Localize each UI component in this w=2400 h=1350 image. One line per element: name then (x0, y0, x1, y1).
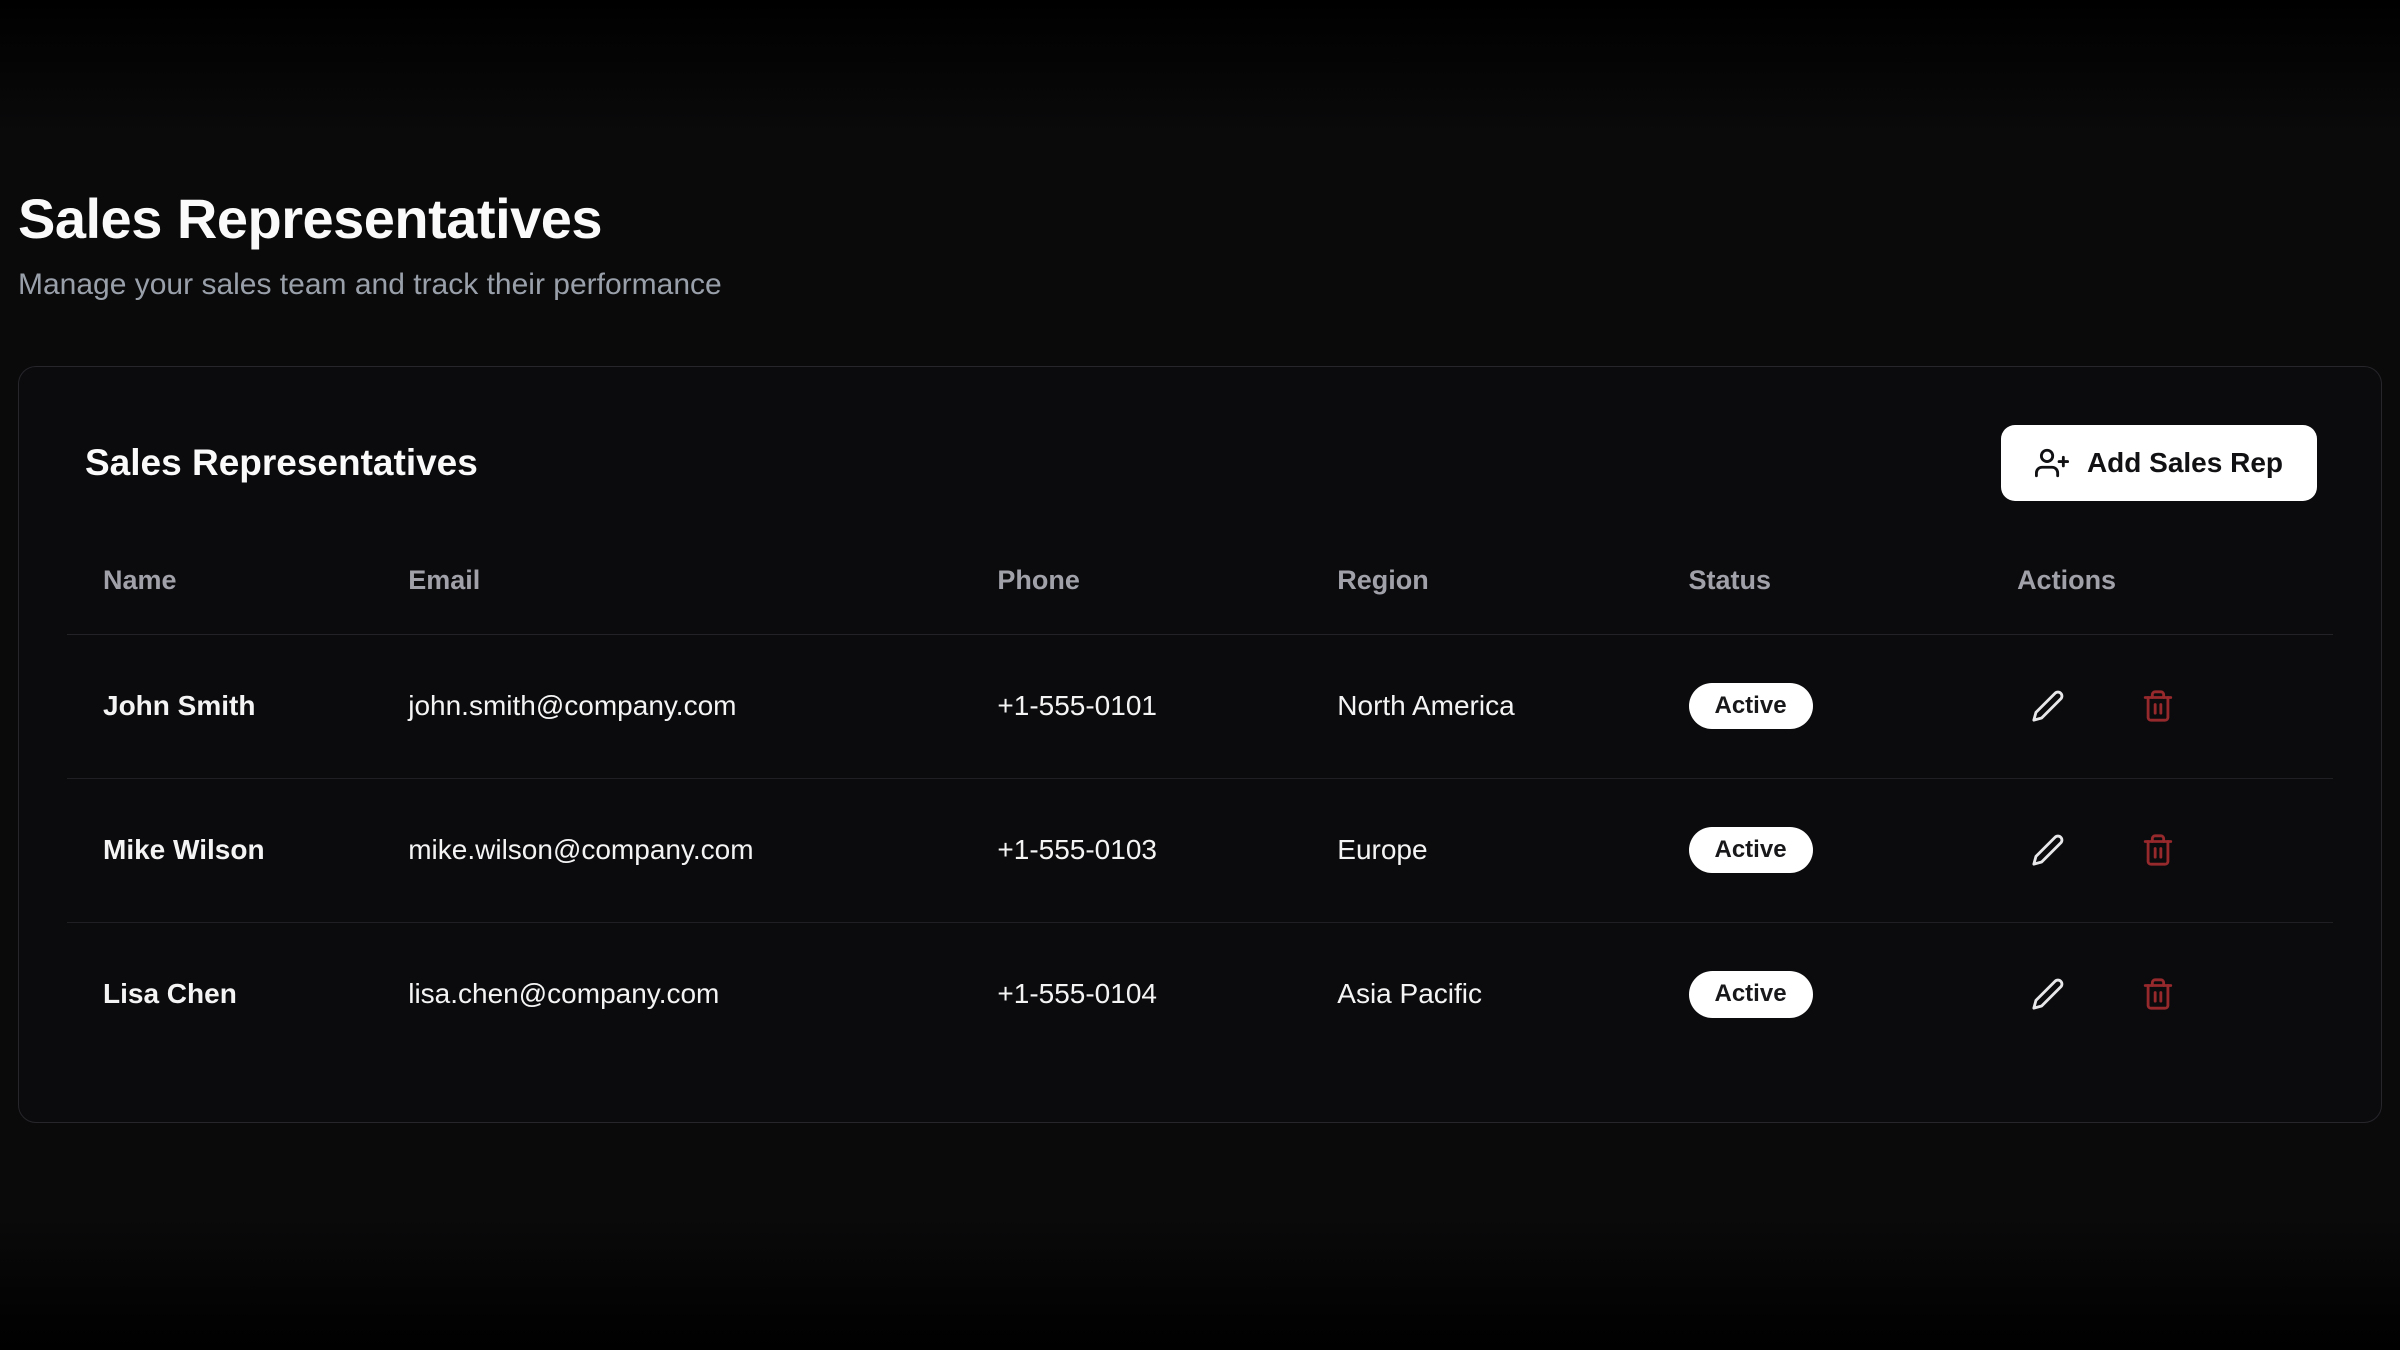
trash-icon (2141, 977, 2175, 1011)
rep-status-cell: Active (1665, 778, 1994, 922)
edit-button[interactable] (2017, 963, 2079, 1025)
column-header-status: Status (1665, 555, 1994, 635)
sales-reps-table: Name Email Phone Region Status Actions J… (67, 555, 2333, 1067)
pencil-icon (2031, 977, 2065, 1011)
rep-name-cell: Lisa Chen (67, 922, 384, 1066)
status-badge: Active (1689, 683, 1813, 729)
rep-phone-cell: +1-555-0104 (973, 922, 1313, 1066)
rep-status-cell: Active (1665, 634, 1994, 778)
card-header: Sales Representatives Add Sales Rep (67, 411, 2333, 511)
rep-actions-cell (1993, 922, 2333, 1066)
rep-name-cell: Mike Wilson (67, 778, 384, 922)
user-plus-icon (2035, 446, 2069, 480)
column-header-email: Email (384, 555, 973, 635)
edit-button[interactable] (2017, 675, 2079, 737)
table-row: John Smith john.smith@company.com +1-555… (67, 634, 2333, 778)
trash-icon (2141, 689, 2175, 723)
page-subtitle: Manage your sales team and track their p… (18, 268, 2382, 302)
rep-email-cell: lisa.chen@company.com (384, 922, 973, 1066)
rep-region-cell: North America (1313, 634, 1664, 778)
column-header-name: Name (67, 555, 384, 635)
column-header-region: Region (1313, 555, 1664, 635)
rep-region-cell: Asia Pacific (1313, 922, 1664, 1066)
delete-button[interactable] (2127, 819, 2189, 881)
page-title: Sales Representatives (18, 188, 2382, 250)
pencil-icon (2031, 689, 2065, 723)
table-header-row: Name Email Phone Region Status Actions (67, 555, 2333, 635)
sales-reps-card: Sales Representatives Add Sales Rep (18, 366, 2382, 1124)
status-badge: Active (1689, 971, 1813, 1017)
edit-button[interactable] (2017, 819, 2079, 881)
add-sales-rep-button[interactable]: Add Sales Rep (2001, 425, 2317, 501)
column-header-actions: Actions (1993, 555, 2333, 635)
column-header-phone: Phone (973, 555, 1313, 635)
page: Sales Representatives Manage your sales … (0, 0, 2400, 1123)
rep-phone-cell: +1-555-0101 (973, 634, 1313, 778)
delete-button[interactable] (2127, 675, 2189, 737)
table-row: Lisa Chen lisa.chen@company.com +1-555-0… (67, 922, 2333, 1066)
table-row: Mike Wilson mike.wilson@company.com +1-5… (67, 778, 2333, 922)
pencil-icon (2031, 833, 2065, 867)
rep-email-cell: mike.wilson@company.com (384, 778, 973, 922)
rep-status-cell: Active (1665, 922, 1994, 1066)
rep-actions-cell (1993, 634, 2333, 778)
add-sales-rep-label: Add Sales Rep (2087, 447, 2283, 479)
status-badge: Active (1689, 827, 1813, 873)
card-title: Sales Representatives (85, 442, 478, 484)
rep-region-cell: Europe (1313, 778, 1664, 922)
trash-icon (2141, 833, 2175, 867)
rep-name-cell: John Smith (67, 634, 384, 778)
delete-button[interactable] (2127, 963, 2189, 1025)
rep-actions-cell (1993, 778, 2333, 922)
rep-email-cell: john.smith@company.com (384, 634, 973, 778)
rep-phone-cell: +1-555-0103 (973, 778, 1313, 922)
